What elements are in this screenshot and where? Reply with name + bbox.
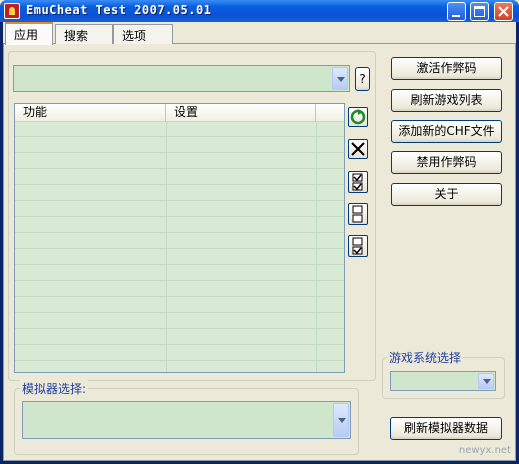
list-row[interactable] [15, 346, 344, 361]
disable-cheat-button[interactable]: 禁用作弊码 [391, 151, 502, 174]
emulator-label: 模拟器选择: [20, 380, 89, 397]
minimize-icon [452, 15, 460, 17]
list-row[interactable] [15, 170, 344, 185]
close-icon [498, 6, 509, 17]
delete-icon [351, 142, 365, 156]
cheat-combo[interactable] [13, 65, 350, 92]
activate-cheat-button[interactable]: 激活作弊码 [391, 57, 502, 80]
game-system-label: 游戏系统选择 [387, 349, 464, 366]
list-row[interactable] [15, 282, 344, 297]
list-row[interactable] [15, 298, 344, 313]
app-icon[interactable] [4, 3, 20, 19]
add-chf-file-button[interactable]: 添加新的CHF文件 [391, 120, 502, 143]
list-row[interactable] [15, 218, 344, 233]
tab-bar: 应用 搜索 选项 [3, 22, 516, 45]
check-all-icon [352, 173, 363, 191]
uncheck-all-button[interactable] [348, 203, 368, 225]
toggle-check-icon [352, 237, 363, 255]
toggle-check-button[interactable] [348, 235, 368, 257]
list-row[interactable] [15, 154, 344, 169]
tab-panel-apply: ? 功能 设置 激活作弊码 刷新游戏列表 添加新的CHF文件 禁用作弊码 关于 … [3, 44, 516, 461]
tab-apply[interactable]: 应用 [5, 22, 53, 45]
chevron-down-icon[interactable] [333, 403, 349, 437]
client-area: 应用 搜索 选项 ? 功能 设置 激活作弊码 刷新游戏列表 添加新的CHF文件 … [3, 22, 516, 461]
list-row[interactable] [15, 138, 344, 153]
list-row[interactable] [15, 330, 344, 345]
delete-button[interactable] [348, 139, 368, 159]
column-header-setting[interactable]: 设置 [166, 104, 316, 122]
chevron-down-icon[interactable] [478, 373, 494, 389]
column-header-function[interactable]: 功能 [15, 104, 166, 122]
list-row[interactable] [15, 314, 344, 329]
cheat-list[interactable]: 功能 设置 [14, 103, 345, 373]
list-row[interactable] [15, 202, 344, 217]
tab-search[interactable]: 搜索 [55, 24, 113, 44]
list-row[interactable] [15, 122, 344, 137]
list-row[interactable] [15, 186, 344, 201]
maximize-icon [474, 6, 485, 17]
uncheck-all-icon [352, 205, 363, 223]
emulator-combo[interactable] [22, 401, 351, 439]
check-all-button[interactable] [348, 171, 368, 193]
minimize-button[interactable] [447, 2, 466, 21]
refresh-icon [350, 109, 366, 125]
refresh-emulator-data-button[interactable]: 刷新模拟器数据 [390, 417, 502, 440]
refresh-game-list-button[interactable]: 刷新游戏列表 [391, 89, 502, 112]
close-button[interactable] [494, 2, 513, 21]
watermark-text: newyx.net [458, 445, 511, 456]
title-bar[interactable]: EmuCheat Test 2007.05.01 [0, 0, 519, 22]
maximize-button[interactable] [470, 2, 489, 21]
help-button[interactable]: ? [355, 67, 370, 91]
window-title: EmuCheat Test 2007.05.01 [26, 3, 212, 17]
about-button[interactable]: 关于 [391, 183, 502, 206]
game-system-combo[interactable] [390, 371, 496, 391]
chevron-down-icon[interactable] [332, 67, 348, 90]
list-row[interactable] [15, 234, 344, 249]
app-window: EmuCheat Test 2007.05.01 应用 搜索 选项 ? 功能 设… [0, 0, 519, 464]
list-row[interactable] [15, 266, 344, 281]
list-row[interactable] [15, 250, 344, 265]
refresh-button[interactable] [348, 107, 368, 127]
tab-options[interactable]: 选项 [113, 24, 173, 44]
list-header: 功能 设置 [15, 104, 344, 122]
